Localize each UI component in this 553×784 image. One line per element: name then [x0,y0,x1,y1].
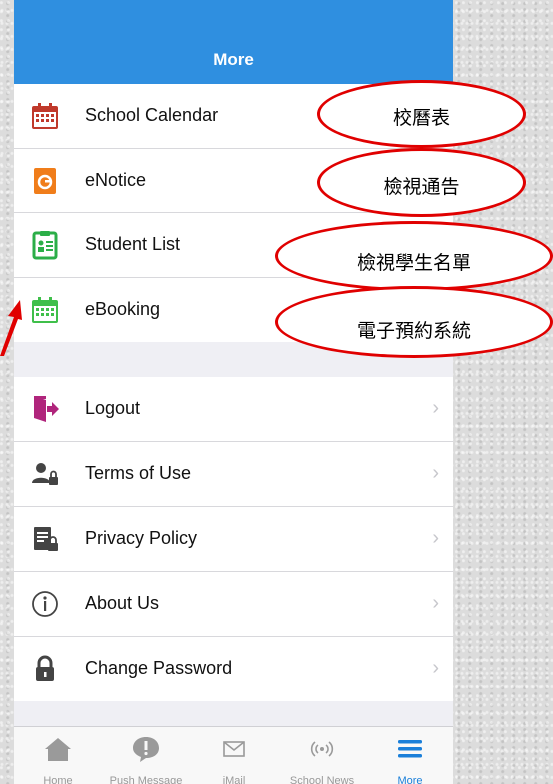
menu-item-label: School Calendar [85,105,219,125]
tab-label: School News [289,775,355,784]
tab-school-news[interactable]: School News [278,727,366,784]
menu-item-change-password[interactable]: Change Password › [14,637,453,701]
tab-imail[interactable]: iMail [190,727,278,784]
menu-item-label: Terms of Use [85,463,192,483]
chevron-right-icon: › [432,462,439,484]
tab-bar: Home Push Message iMail School News More [14,726,453,784]
tab-label: Push Message [109,775,183,784]
enotice-icon [34,168,56,194]
chevron-right-icon: › [432,592,439,614]
menu-item-label: About Us [85,593,160,613]
chevron-right-icon: › [432,397,439,419]
home-icon [45,738,71,761]
chevron-right-icon: › [432,657,439,679]
menu-item-label: Privacy Policy [85,528,198,548]
logout-icon [34,396,59,422]
chevron-right-icon: › [432,527,439,549]
red-arrow-icon [0,300,22,356]
annotation-oval-enotice: 檢視通告 [317,148,526,217]
info-icon [32,591,58,617]
nav-header: More [14,0,453,84]
menu-item-terms-of-use[interactable]: Terms of Use › [14,442,453,506]
tab-more[interactable]: More [366,727,453,784]
tab-push-message[interactable]: Push Message [102,727,190,784]
annotation-text: 電子預約系統 [356,321,471,342]
tab-home[interactable]: Home [14,727,102,784]
tab-label: More [397,775,423,784]
menu-icon [398,740,422,758]
menu-item-privacy-policy[interactable]: Privacy Policy › [14,507,453,571]
menu-item-label: eNotice [85,170,147,190]
student-list-icon [32,231,58,260]
mail-icon [223,741,245,757]
menu-item-logout[interactable]: Logout › [14,377,453,441]
annotation-text: 校曆表 [392,108,450,129]
menu-item-label: Change Password [85,658,233,678]
annotation-oval-student-list: 檢視學生名單 [275,221,553,291]
push-message-icon [133,737,159,762]
annotation-oval-calendar: 校曆表 [317,80,526,148]
menu-item-label: Logout [85,398,141,418]
menu-item-about-us[interactable]: About Us › [14,572,453,636]
page-title: More [213,50,254,69]
menu-item-label: eBooking [85,299,161,319]
tab-label: Home [43,775,73,784]
menu-item-label: Student List [85,234,181,254]
annotation-text: 檢視通告 [383,177,460,198]
privacy-icon [34,527,58,551]
tab-label: iMail [222,775,246,784]
annotation-oval-ebooking: 電子預約系統 [275,286,553,358]
lock-icon [36,655,54,681]
broadcast-icon [310,741,334,757]
terms-icon [32,463,58,485]
ebooking-icon [32,297,58,323]
annotation-text: 檢視學生名單 [356,253,471,274]
calendar-icon [32,103,58,129]
